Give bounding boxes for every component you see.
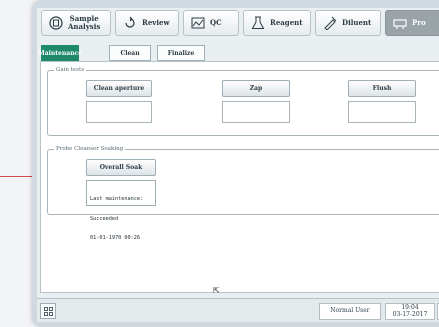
gain-tests-group: Gain tests Clean aperture Zap Flush (47, 66, 439, 136)
tab-review[interactable]: Review (115, 10, 179, 36)
flush-button[interactable]: Flush (348, 80, 416, 97)
tab-reagent[interactable]: Reagent (243, 10, 311, 36)
date-label: 03-17-2017 (392, 310, 428, 318)
subtab-maintenance[interactable]: Maintenance (38, 45, 82, 61)
analyzer-screen: Sample Analysis Review QC Reagent Diluen… (37, 8, 439, 322)
overall-soak-button[interactable]: Overall Soak (86, 159, 156, 176)
flush-result (348, 101, 416, 123)
zap-result (222, 101, 290, 123)
tab-label: Reagent (270, 18, 303, 27)
current-user: Normal User (319, 303, 381, 320)
subtab-finalize[interactable]: Finalize (157, 45, 205, 61)
maintenance-panel: Gain tests Clean aperture Zap Flush Prob… (40, 61, 439, 295)
tab-label: Review (142, 18, 170, 27)
clean-aperture-result (86, 101, 152, 123)
probe-cleanser-group: Probe Cleanser Soaking Overall Soak Last… (47, 145, 439, 241)
status-bar: Normal User 19:04 03-17-2017 (37, 298, 439, 322)
device-frame: Sample Analysis Review QC Reagent Diluen… (32, 0, 439, 327)
tab-label: QC (210, 18, 222, 27)
tab-label: Diluent (342, 18, 372, 27)
log-line: Succeeded (90, 215, 119, 222)
mouse-pointer-icon: ⇱ (213, 286, 220, 295)
gain-tests-title: Gain tests (54, 66, 87, 74)
tab-label: Pro (412, 18, 426, 27)
log-line: Last maintenance: (90, 196, 144, 202)
qc-icon (190, 16, 206, 30)
tab-diluent[interactable]: Diluent (315, 10, 381, 36)
grid-menu-icon[interactable] (40, 303, 56, 319)
probe-icon (392, 16, 408, 30)
date-time: 19:04 03-17-2017 (385, 303, 435, 320)
clean-aperture-button[interactable]: Clean aperture (86, 80, 152, 97)
reagent-icon (250, 16, 266, 30)
tab-sample-analysis[interactable]: Sample Analysis (41, 10, 111, 36)
log-line: 01-01-1970 00:26 (90, 235, 140, 241)
tab-probe[interactable]: Pro (385, 10, 439, 36)
probe-cleanser-title: Probe Cleanser Soaking (54, 145, 126, 153)
diluent-icon (322, 16, 338, 30)
tab-label: Sample Analysis (68, 14, 101, 31)
maintenance-log: Last maintenance: Succeeded 01-01-1970 0… (86, 180, 156, 241)
review-icon (122, 16, 138, 30)
tab-qc[interactable]: QC (183, 10, 239, 36)
sample-analysis-icon (48, 16, 64, 30)
zap-button[interactable]: Zap (222, 80, 290, 97)
subtab-clean[interactable]: Clean (109, 45, 151, 61)
top-tab-bar: Sample Analysis Review QC Reagent Diluen… (37, 8, 439, 38)
